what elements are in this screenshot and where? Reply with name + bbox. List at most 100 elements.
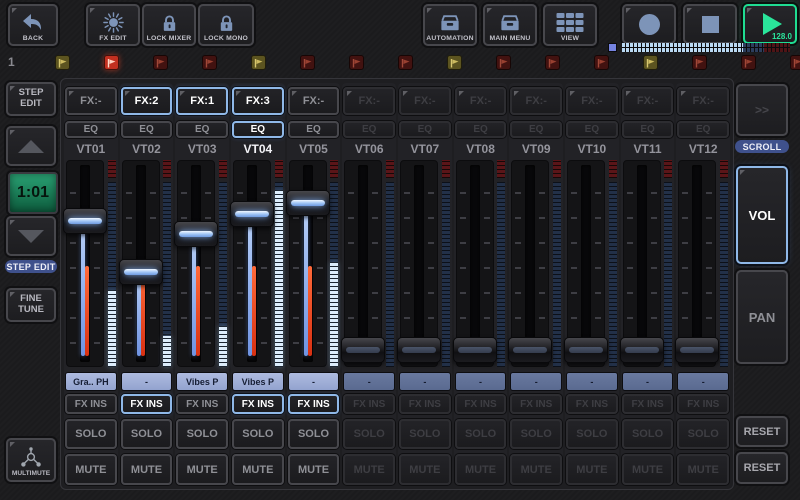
solo-button[interactable]: SOLO — [288, 419, 340, 449]
solo-button[interactable]: SOLO — [677, 419, 729, 449]
channel-eq-button[interactable]: EQ — [677, 121, 729, 138]
pattern-flag[interactable] — [104, 55, 119, 70]
channel-eq-button[interactable]: EQ — [121, 121, 173, 138]
mute-button[interactable]: MUTE — [65, 454, 117, 485]
pan-tab[interactable]: PAN — [736, 270, 788, 364]
pattern-flag[interactable] — [594, 55, 609, 70]
channel-fx-button[interactable]: FX:- — [65, 87, 117, 115]
main-menu-button[interactable]: MAIN MENU — [483, 4, 537, 46]
sample-select-button[interactable]: - — [622, 372, 674, 391]
play-button[interactable]: 128.0 — [743, 4, 797, 44]
solo-button[interactable]: SOLO — [566, 419, 618, 449]
fx-insert-button[interactable]: FX INS — [622, 394, 674, 414]
pattern-flag[interactable] — [202, 55, 217, 70]
sample-select-button[interactable]: Vibes P — [176, 372, 228, 391]
fader-knob[interactable] — [564, 337, 608, 363]
pattern-flag[interactable] — [692, 55, 707, 70]
pattern-flag[interactable] — [496, 55, 511, 70]
fader-track[interactable] — [456, 160, 494, 367]
fader-knob[interactable] — [119, 259, 163, 285]
fx-insert-button[interactable]: FX INS — [343, 394, 395, 414]
scroll-button[interactable]: >> — [736, 84, 788, 136]
sample-select-button[interactable]: Vibes P — [232, 372, 284, 391]
mute-button[interactable]: MUTE — [232, 454, 284, 485]
sample-select-button[interactable]: - — [343, 372, 395, 391]
channel-fx-button[interactable]: FX:- — [622, 87, 674, 115]
fx-insert-button[interactable]: FX INS — [566, 394, 618, 414]
mute-button[interactable]: MUTE — [176, 454, 228, 485]
channel-eq-button[interactable]: EQ — [455, 121, 507, 138]
fader-track[interactable] — [511, 160, 549, 367]
mute-button[interactable]: MUTE — [455, 454, 507, 485]
solo-button[interactable]: SOLO — [121, 419, 173, 449]
mute-button[interactable]: MUTE — [121, 454, 173, 485]
pattern-flag[interactable] — [55, 55, 70, 70]
fader-track[interactable] — [177, 160, 215, 367]
fx-insert-button[interactable]: FX INS — [65, 394, 117, 414]
fader-track[interactable] — [122, 160, 160, 367]
pattern-flag[interactable] — [545, 55, 560, 70]
fader-knob[interactable] — [620, 337, 664, 363]
sample-select-button[interactable]: - — [121, 372, 173, 391]
step-down-button[interactable] — [6, 216, 56, 256]
solo-button[interactable]: SOLO — [176, 419, 228, 449]
reset-top-button[interactable]: RESET — [736, 416, 788, 447]
solo-button[interactable]: SOLO — [232, 419, 284, 449]
step-up-button[interactable] — [6, 126, 56, 166]
channel-fx-button[interactable]: FX:3 — [232, 87, 284, 115]
pattern-flag[interactable] — [790, 55, 800, 70]
pattern-flag[interactable] — [251, 55, 266, 70]
reset-bottom-button[interactable]: RESET — [736, 452, 788, 484]
back-button[interactable]: BACK — [8, 4, 58, 46]
pattern-flag[interactable] — [398, 55, 413, 70]
view-button[interactable]: VIEW — [543, 4, 597, 46]
fader-knob[interactable] — [63, 208, 107, 234]
fx-edit-button[interactable]: FX EDIT — [86, 4, 140, 46]
pattern-flag[interactable] — [741, 55, 756, 70]
solo-button[interactable]: SOLO — [510, 419, 562, 449]
pattern-flag[interactable] — [300, 55, 315, 70]
solo-button[interactable]: SOLO — [399, 419, 451, 449]
mute-button[interactable]: MUTE — [399, 454, 451, 485]
mute-button[interactable]: MUTE — [622, 454, 674, 485]
solo-button[interactable]: SOLO — [343, 419, 395, 449]
multimute-button[interactable]: MULTIMUTE — [6, 438, 56, 482]
fader-knob[interactable] — [174, 221, 218, 247]
stop-button[interactable] — [683, 4, 737, 44]
pattern-flag[interactable] — [447, 55, 462, 70]
fader-track[interactable] — [344, 160, 382, 367]
lock-mixer-button[interactable]: LOCK MIXER — [142, 4, 196, 46]
channel-fx-button[interactable]: FX:- — [455, 87, 507, 115]
solo-button[interactable]: SOLO — [622, 419, 674, 449]
mute-button[interactable]: MUTE — [566, 454, 618, 485]
mute-button[interactable]: MUTE — [677, 454, 729, 485]
mute-button[interactable]: MUTE — [288, 454, 340, 485]
mute-button[interactable]: MUTE — [510, 454, 562, 485]
fader-knob[interactable] — [453, 337, 497, 363]
sample-select-button[interactable]: Gra.. PH — [65, 372, 117, 391]
fader-knob[interactable] — [508, 337, 552, 363]
channel-eq-button[interactable]: EQ — [510, 121, 562, 138]
fx-insert-button[interactable]: FX INS — [510, 394, 562, 414]
channel-eq-button[interactable]: EQ — [65, 121, 117, 138]
channel-eq-button[interactable]: EQ — [566, 121, 618, 138]
lock-mono-button[interactable]: LOCK MONO — [198, 4, 254, 46]
fx-insert-button[interactable]: FX INS — [121, 394, 173, 414]
fx-insert-button[interactable]: FX INS — [288, 394, 340, 414]
channel-fx-button[interactable]: FX:- — [343, 87, 395, 115]
song-progress-bar[interactable] — [608, 43, 790, 52]
fader-knob[interactable] — [230, 201, 274, 227]
fx-insert-button[interactable]: FX INS — [455, 394, 507, 414]
solo-button[interactable]: SOLO — [65, 419, 117, 449]
channel-fx-button[interactable]: FX:- — [566, 87, 618, 115]
channel-fx-button[interactable]: FX:- — [399, 87, 451, 115]
channel-eq-button[interactable]: EQ — [232, 121, 284, 138]
channel-eq-button[interactable]: EQ — [343, 121, 395, 138]
vol-tab[interactable]: VOL — [736, 166, 788, 264]
pattern-flag[interactable] — [153, 55, 168, 70]
fx-insert-button[interactable]: FX INS — [677, 394, 729, 414]
sample-select-button[interactable]: - — [677, 372, 729, 391]
channel-eq-button[interactable]: EQ — [622, 121, 674, 138]
fx-insert-button[interactable]: FX INS — [399, 394, 451, 414]
sample-select-button[interactable]: - — [455, 372, 507, 391]
